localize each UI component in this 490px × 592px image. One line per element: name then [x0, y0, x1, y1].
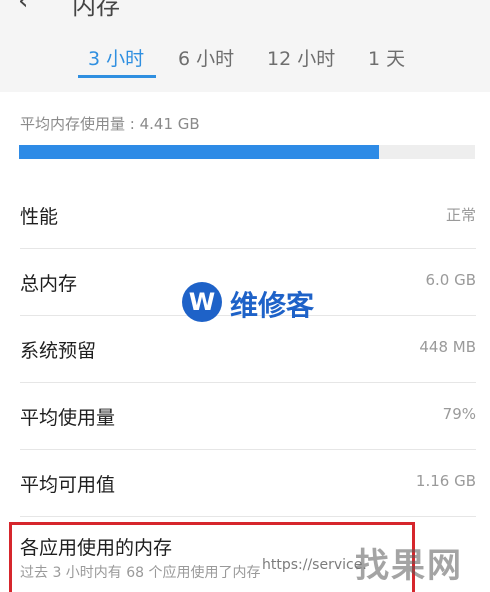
row-value: 正常 [445, 206, 476, 224]
row-label: 平均使用量 [20, 407, 116, 429]
memory-usage-bar [19, 145, 475, 159]
row-system-reserved: 系统预留 448 MB [20, 316, 476, 383]
row-value: 79% [442, 405, 476, 423]
top-bar: ‹ 内存 3 小时 6 小时 12 小时 1 天 [0, 0, 490, 92]
row-average-available: 平均可用值 1.16 GB [20, 450, 476, 517]
time-range-tabs: 3 小时 6 小时 12 小时 1 天 [0, 38, 490, 82]
watermark-brand: 找果网 [355, 546, 463, 586]
row-value: 448 MB [419, 338, 476, 356]
app-memory-title[interactable]: 各应用使用的内存 [20, 533, 172, 560]
tab-12-hours[interactable]: 12 小时 [267, 44, 335, 71]
row-label: 系统预留 [20, 340, 97, 362]
watermark-url: https://service. [262, 557, 367, 573]
average-memory-label: 平均内存使用量 : 4.41 GB [20, 115, 200, 133]
row-average-usage: 平均使用量 79% [20, 383, 476, 450]
watermark-circle-icon: W [182, 282, 222, 322]
row-performance: 性能 正常 [20, 182, 476, 249]
app-memory-subtitle: 过去 3 小时内有 68 个应用使用了内存 [20, 565, 261, 581]
row-label: 平均可用值 [20, 474, 116, 496]
tab-1-day[interactable]: 1 天 [368, 44, 405, 71]
active-tab-indicator [78, 75, 156, 78]
memory-usage-bar-fill [19, 145, 380, 159]
row-label: 性能 [20, 206, 59, 228]
tab-6-hours[interactable]: 6 小时 [178, 44, 234, 71]
page-title: 内存 [72, 0, 120, 20]
back-arrow-icon[interactable]: ‹ [18, 0, 28, 16]
watermark-text: 维修客 [230, 289, 315, 322]
row-label: 总内存 [20, 273, 78, 295]
tab-3-hours[interactable]: 3 小时 [88, 44, 144, 71]
row-value: 6.0 GB [425, 271, 476, 289]
row-value: 1.16 GB [415, 472, 476, 490]
